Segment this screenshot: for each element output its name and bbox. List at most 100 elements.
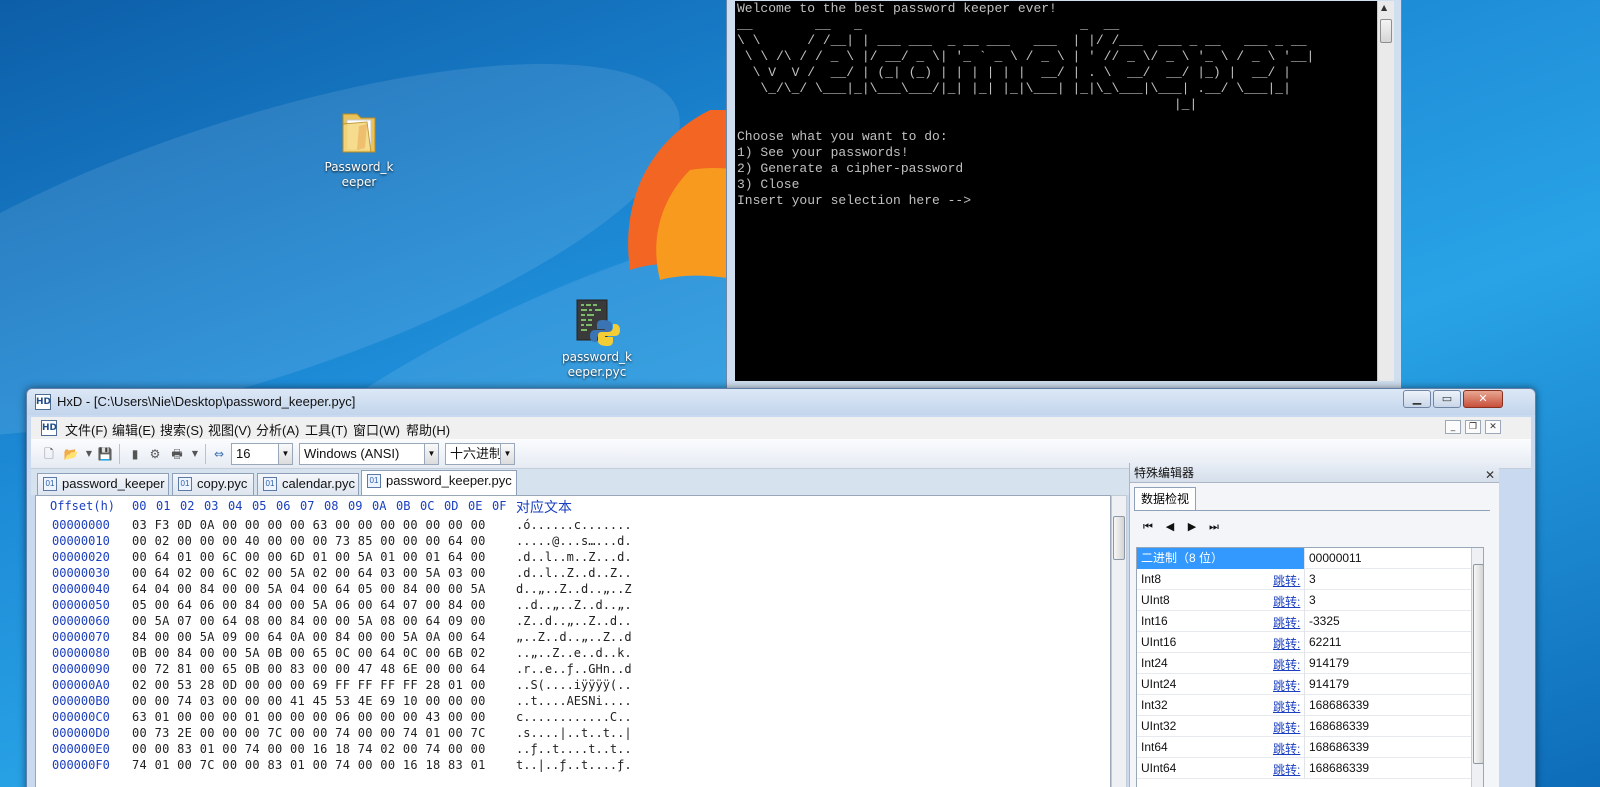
close-button[interactable]: ✕ [1463, 390, 1503, 408]
inspector-row[interactable]: UInt8 跳转: 3 [1137, 590, 1471, 611]
menu-file[interactable]: 文件(F) [65, 420, 108, 439]
row-text[interactable]: .r..e..ƒ..GHn..d [516, 662, 632, 676]
new-file-icon[interactable]: 🗋 [41, 446, 57, 462]
tab-copy-pyc[interactable]: 01 copy.pyc [172, 473, 254, 495]
inspector-value[interactable]: 168686339 [1309, 761, 1369, 775]
hex-row[interactable]: 000000F0 74 01 00 7C 00 00 83 01 00 74 00… [36, 758, 1110, 774]
hex-row[interactable]: 00000070 84 00 00 5A 09 00 64 0A 00 84 00… [36, 630, 1110, 646]
menu-search[interactable]: 搜索(S) [160, 420, 203, 439]
hex-row[interactable]: 00000060 00 5A 07 00 64 08 00 84 00 00 5A… [36, 614, 1110, 630]
jump-link[interactable]: 跳转: [1273, 677, 1300, 694]
hex-row[interactable]: 000000E0 00 00 83 01 00 74 00 00 16 18 74… [36, 742, 1110, 758]
inspector-row[interactable]: Int64 跳转: 168686339 [1137, 737, 1471, 758]
row-hex-bytes[interactable]: 03 F3 0D 0A 00 00 00 00 63 00 00 00 00 0… [132, 518, 486, 532]
hex-row[interactable]: 00000080 0B 00 84 00 00 5A 0B 00 65 0C 00… [36, 646, 1110, 662]
menu-edit[interactable]: 编辑(E) [112, 420, 155, 439]
jump-link[interactable]: 跳转: [1273, 614, 1300, 631]
row-text[interactable]: ..ƒ..t....t..t.. [516, 742, 632, 756]
inspector-row[interactable]: UInt32 跳转: 168686339 [1137, 716, 1471, 737]
close-icon[interactable]: ✕ [1485, 465, 1495, 485]
inspector-value[interactable]: 62211 [1309, 635, 1341, 649]
row-text[interactable]: .d..l..Z..d..Z.. [516, 566, 632, 580]
chevron-down-icon[interactable]: ▼ [424, 444, 438, 464]
row-text[interactable]: „..Z..d..„..Z..d [516, 630, 632, 644]
inspector-value[interactable]: 3 [1309, 593, 1316, 607]
row-hex-bytes[interactable]: 63 01 00 00 00 01 00 00 00 06 00 00 00 4… [132, 710, 486, 724]
hex-editor[interactable]: Offset(h) 00 01 02 03 04 05 06 07 08 09 0A 0B 0C 0D 0E… [35, 495, 1111, 787]
row-hex-bytes[interactable]: 00 64 01 00 6C 00 00 6D 01 00 5A 01 00 0… [132, 550, 486, 564]
inspector-value[interactable]: 3 [1309, 572, 1316, 586]
row-text[interactable]: ..„..Z..e..d..k. [516, 646, 632, 660]
properties-icon[interactable]: ⚙ [147, 446, 163, 462]
hex-row[interactable]: 000000A0 02 00 53 28 0D 00 00 00 69 FF FF… [36, 678, 1110, 694]
number-base-select[interactable]: 十六进制 ▼ [445, 443, 515, 465]
jump-link[interactable]: 跳转: [1273, 635, 1300, 652]
open-dropdown-arrow-icon[interactable]: ▼ [81, 446, 97, 462]
row-text[interactable]: .Z..d..„..Z..d.. [516, 614, 632, 628]
mdi-minimize-button[interactable]: _ [1445, 420, 1461, 434]
tab-data-inspector[interactable]: 数据检视 [1134, 487, 1197, 511]
scroll-thumb[interactable] [1473, 564, 1483, 764]
print-dropdown-arrow-icon[interactable]: ▼ [187, 446, 203, 462]
first-icon[interactable]: ⏮ [1140, 519, 1156, 535]
row-hex-bytes[interactable]: 74 01 00 7C 00 00 83 01 00 74 00 00 16 1… [132, 758, 486, 772]
minimize-button[interactable]: ▁ [1403, 390, 1431, 408]
jump-link[interactable]: 跳转: [1273, 593, 1300, 610]
row-hex-bytes[interactable]: 02 00 53 28 0D 00 00 00 69 FF FF FF FF 2… [132, 678, 486, 692]
menu-help[interactable]: 帮助(H) [406, 420, 450, 439]
console-scrollbar[interactable]: ▲ [1377, 1, 1394, 381]
jump-link[interactable]: 跳转: [1273, 761, 1300, 778]
scroll-thumb[interactable] [1113, 516, 1125, 560]
row-hex-bytes[interactable]: 00 72 81 00 65 0B 00 83 00 00 47 48 6E 0… [132, 662, 486, 676]
bytes-per-row-select[interactable]: 16 ▼ [231, 443, 293, 465]
console-output[interactable]: Welcome to the best password keeper ever… [735, 1, 1377, 381]
row-hex-bytes[interactable]: 0B 00 84 00 00 5A 0B 00 65 0C 00 64 0C 0… [132, 646, 486, 660]
hex-row[interactable]: 000000B0 00 00 74 03 00 00 00 41 45 53 4E… [36, 694, 1110, 710]
row-hex-bytes[interactable]: 00 00 83 01 00 74 00 00 16 18 74 02 00 7… [132, 742, 486, 756]
inspector-value[interactable]: 914179 [1309, 656, 1349, 670]
row-text[interactable]: t..|..ƒ..t....ƒ. [516, 758, 632, 772]
menu-analysis[interactable]: 分析(A) [256, 420, 299, 439]
menu-window[interactable]: 窗口(W) [353, 420, 400, 439]
inspector-value[interactable]: 914179 [1309, 677, 1349, 691]
hxd-window[interactable]: HD HxD - [C:\Users\Nie\Desktop\password_… [26, 388, 1536, 787]
hex-row[interactable]: 00000000 03 F3 0D 0A 00 00 00 00 63 00 00… [36, 518, 1110, 534]
row-text[interactable]: ..t....AESNi.... [516, 694, 632, 708]
next-icon[interactable]: ▶ [1184, 519, 1200, 535]
inspector-scrollbar[interactable] [1471, 548, 1483, 787]
row-hex-bytes[interactable]: 05 00 64 06 00 84 00 00 5A 06 00 64 07 0… [132, 598, 486, 612]
inspector-row[interactable]: Int16 跳转: -3325 [1137, 611, 1471, 632]
save-icon[interactable]: 💾 [97, 446, 113, 462]
chevron-down-icon[interactable]: ▼ [278, 444, 292, 464]
row-hex-bytes[interactable]: 00 64 02 00 6C 02 00 5A 02 00 64 03 00 5… [132, 566, 486, 580]
document-icon[interactable]: HD [41, 420, 57, 436]
previous-icon[interactable]: ◀ [1162, 519, 1178, 535]
jump-link[interactable]: 跳转: [1273, 656, 1300, 673]
last-icon[interactable]: ⏭ [1206, 519, 1222, 535]
inspector-value[interactable]: 168686339 [1309, 740, 1369, 754]
jump-link[interactable]: 跳转: [1273, 719, 1300, 736]
inspector-row[interactable]: 二进制（8 位） 00000011 [1137, 548, 1471, 569]
inspector-row[interactable]: UInt16 跳转: 62211 [1137, 632, 1471, 653]
row-text[interactable]: c............C.. [516, 710, 632, 724]
close-file-icon[interactable]: ▮ [127, 446, 143, 462]
inspector-value[interactable]: 00000011 [1309, 551, 1362, 565]
print-icon[interactable]: 🖶 [169, 446, 185, 462]
row-hex-bytes[interactable]: 00 5A 07 00 64 08 00 84 00 00 5A 08 00 6… [132, 614, 486, 628]
scroll-thumb[interactable] [1380, 19, 1392, 43]
hex-row[interactable]: 00000090 00 72 81 00 65 0B 00 83 00 00 47… [36, 662, 1110, 678]
title-bar[interactable]: HD HxD - [C:\Users\Nie\Desktop\password_… [27, 389, 1535, 415]
desktop-icon-password-keeper-pyc[interactable]: password_k eeper.pyc [552, 298, 642, 380]
row-text[interactable]: .ó......c....... [516, 518, 632, 532]
row-text[interactable]: .d..l..m..Z...d. [516, 550, 632, 564]
hex-row[interactable]: 00000050 05 00 64 06 00 84 00 00 5A 06 00… [36, 598, 1110, 614]
tab-calendar-pyc[interactable]: 01 calendar.pyc [257, 473, 359, 495]
hex-row[interactable]: 000000C0 63 01 00 00 00 01 00 00 00 06 00… [36, 710, 1110, 726]
inspector-row[interactable]: Int32 跳转: 168686339 [1137, 695, 1471, 716]
row-hex-bytes[interactable]: 64 04 00 84 00 00 5A 04 00 64 05 00 84 0… [132, 582, 486, 596]
scroll-up-arrow-icon[interactable]: ▲ [1381, 3, 1387, 12]
hex-row[interactable]: 000000D0 00 73 2E 00 00 00 7C 00 00 74 00… [36, 726, 1110, 742]
row-hex-bytes[interactable]: 00 73 2E 00 00 00 7C 00 00 74 00 00 74 0… [132, 726, 486, 740]
open-folder-icon[interactable]: 📂 [63, 446, 79, 462]
inspector-value[interactable]: 168686339 [1309, 698, 1369, 712]
